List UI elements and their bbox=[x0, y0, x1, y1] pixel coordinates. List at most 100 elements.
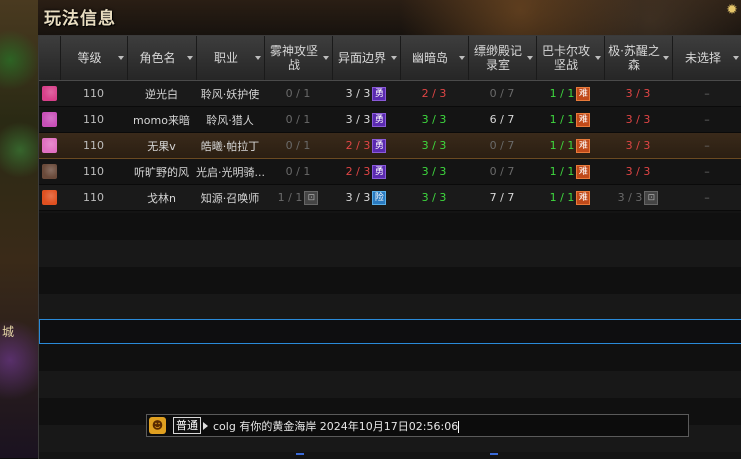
chat-message[interactable]: colg 有你的黄金海岸 2024年10月17日02:56:06 bbox=[213, 418, 460, 434]
header-label: 等级 bbox=[77, 51, 102, 65]
hard-badge: 难 bbox=[576, 190, 591, 205]
name-cell: 无果v bbox=[127, 132, 196, 159]
character-avatar bbox=[42, 164, 57, 179]
fog-value: 1 / 1 bbox=[277, 190, 303, 204]
hard-badge: 难 bbox=[576, 164, 591, 179]
sort-icon bbox=[662, 56, 669, 60]
level-cell: 110 bbox=[60, 80, 127, 107]
empty-row bbox=[39, 213, 741, 240]
unselected-cell: – bbox=[672, 158, 741, 185]
class-cell: 光启·光明骑... bbox=[196, 158, 264, 185]
header-fog[interactable]: 雾神攻坚战 bbox=[264, 36, 333, 81]
header-label: 职业 bbox=[213, 51, 238, 65]
fog-cell: 0 / 1 bbox=[264, 132, 332, 159]
header-label: 缥缈殿记录室 bbox=[473, 44, 522, 72]
otherworld-value: 3 / 3 bbox=[345, 86, 371, 100]
bakal-cell: 1 / 1难 bbox=[536, 80, 604, 107]
header-bakal[interactable]: 巴卡尔攻坚战 bbox=[536, 36, 605, 81]
unselected-cell: – bbox=[672, 184, 741, 211]
play-info-table: 等级 角色名 职业 雾神攻坚战 异面边界 幽暗岛 缥缈殿记录室 巴卡尔攻坚战 极… bbox=[39, 36, 741, 211]
bakal-cell: 1 / 1难 bbox=[536, 132, 604, 159]
character-avatar bbox=[42, 86, 57, 101]
hard-badge: 难 bbox=[576, 112, 591, 127]
unselected-cell: – bbox=[672, 80, 741, 107]
piaomiao-cell: 0 / 7 bbox=[468, 132, 536, 159]
empty-row bbox=[39, 294, 741, 321]
window-title: 玩法信息 bbox=[44, 9, 116, 29]
bakal-value: 1 / 1 bbox=[549, 86, 575, 100]
header-level[interactable]: 等级 bbox=[60, 36, 128, 81]
header-label: 极·苏醒之森 bbox=[608, 44, 660, 72]
table-row[interactable]: 110 逆光白 聆风·妖护使 0 / 1 3 / 3勇 2 / 3 0 / 7 … bbox=[39, 80, 741, 107]
otherworld-cell: 3 / 3勇 bbox=[332, 80, 400, 107]
bakal-value: 1 / 1 bbox=[549, 190, 575, 204]
chat-channel-selector[interactable]: 普通 bbox=[173, 417, 201, 434]
table-row-selected[interactable]: 110 无果v 皓曦·帕拉丁 0 / 1 2 / 3勇 3 / 3 0 / 7 … bbox=[39, 132, 741, 159]
brave-badge: 勇 bbox=[372, 164, 387, 179]
sort-icon bbox=[458, 56, 465, 60]
table-row[interactable]: 110 momo来暗 聆风·猎人 0 / 1 3 / 3勇 3 / 3 6 / … bbox=[39, 106, 741, 133]
bakal-value: 1 / 1 bbox=[549, 138, 575, 152]
arrow-right-icon bbox=[203, 422, 208, 430]
header-name[interactable]: 角色名 bbox=[127, 36, 197, 81]
class-cell: 皓曦·帕拉丁 bbox=[196, 132, 264, 159]
chat-input-bar[interactable]: ☻ 普通 colg 有你的黄金海岸 2024年10月17日02:56:06 bbox=[146, 414, 689, 437]
piaomiao-cell: 7 / 7 bbox=[468, 184, 536, 211]
otherworld-value: 2 / 3 bbox=[345, 138, 371, 152]
sort-icon bbox=[186, 56, 193, 60]
empty-row bbox=[39, 267, 741, 294]
sort-icon bbox=[732, 56, 739, 60]
name-cell: 逆光白 bbox=[127, 80, 196, 107]
fog-cell: 0 / 1 bbox=[264, 158, 332, 185]
title-bar: 玩法信息 ✹ bbox=[38, 0, 741, 32]
gear-icon[interactable]: ✹ bbox=[725, 3, 739, 17]
character-avatar bbox=[42, 138, 57, 153]
header-piaomiao[interactable]: 缥缈殿记录室 bbox=[468, 36, 537, 81]
bakal-value: 1 / 1 bbox=[549, 112, 575, 126]
name-cell: 听旷野的风 bbox=[127, 158, 196, 185]
header-otherworld[interactable]: 异面边界 bbox=[332, 36, 401, 81]
header-dark-isle[interactable]: 幽暗岛 bbox=[400, 36, 469, 81]
fog-cell: 1 / 1 ⊡ bbox=[264, 184, 332, 211]
dark-isle-cell: 2 / 3 bbox=[400, 80, 468, 107]
sort-icon bbox=[390, 56, 397, 60]
header-forest[interactable]: 极·苏醒之森 bbox=[604, 36, 673, 81]
locked-badge-icon: ⊡ bbox=[304, 190, 319, 205]
scroll-marker bbox=[296, 453, 304, 455]
header-label: 雾神攻坚战 bbox=[269, 44, 318, 72]
table-row[interactable]: 110 戈林n 知源·召唤师 1 / 1 ⊡ 3 / 3险 3 / 3 7 / 7… bbox=[39, 184, 741, 211]
sort-icon bbox=[322, 56, 329, 60]
hard-badge: 难 bbox=[576, 138, 591, 153]
class-cell: 聆风·猎人 bbox=[196, 106, 264, 133]
scroll-marker bbox=[490, 453, 498, 455]
otherworld-value: 3 / 3 bbox=[345, 190, 371, 204]
forest-cell: 3 / 3 ⊡ bbox=[604, 184, 672, 211]
header-label: 角色名 bbox=[139, 51, 176, 65]
text-caret bbox=[458, 421, 460, 433]
info-panel: 等级 角色名 职业 雾神攻坚战 异面边界 幽暗岛 缥缈殿记录室 巴卡尔攻坚战 极… bbox=[38, 35, 741, 459]
otherworld-cell: 2 / 3勇 bbox=[332, 158, 400, 185]
name-cell: 戈林n bbox=[127, 184, 196, 211]
empty-row bbox=[39, 240, 741, 267]
forest-cell: 3 / 3 bbox=[604, 106, 672, 133]
header-label: 巴卡尔攻坚战 bbox=[541, 44, 590, 72]
bakal-value: 1 / 1 bbox=[549, 164, 575, 178]
text-input-box[interactable] bbox=[39, 319, 741, 344]
unselected-cell: – bbox=[672, 106, 741, 133]
header-class[interactable]: 职业 bbox=[196, 36, 265, 81]
risk-badge: 险 bbox=[372, 190, 387, 205]
otherworld-value: 2 / 3 bbox=[345, 164, 371, 178]
hard-badge: 难 bbox=[576, 86, 591, 101]
brave-badge: 勇 bbox=[372, 112, 387, 127]
piaomiao-cell: 0 / 7 bbox=[468, 80, 536, 107]
dark-isle-cell: 3 / 3 bbox=[400, 184, 468, 211]
sort-icon bbox=[254, 56, 261, 60]
sort-icon bbox=[594, 56, 601, 60]
empty-row bbox=[39, 344, 741, 371]
header-unselected[interactable]: 未选择 bbox=[672, 36, 741, 81]
table-row[interactable]: 110 听旷野的风 光启·光明骑... 0 / 1 2 / 3勇 3 / 3 0… bbox=[39, 158, 741, 185]
left-art-label: 城 bbox=[2, 325, 15, 339]
dark-isle-cell: 3 / 3 bbox=[400, 132, 468, 159]
emote-icon[interactable]: ☻ bbox=[149, 417, 166, 434]
forest-cell: 3 / 3 bbox=[604, 132, 672, 159]
